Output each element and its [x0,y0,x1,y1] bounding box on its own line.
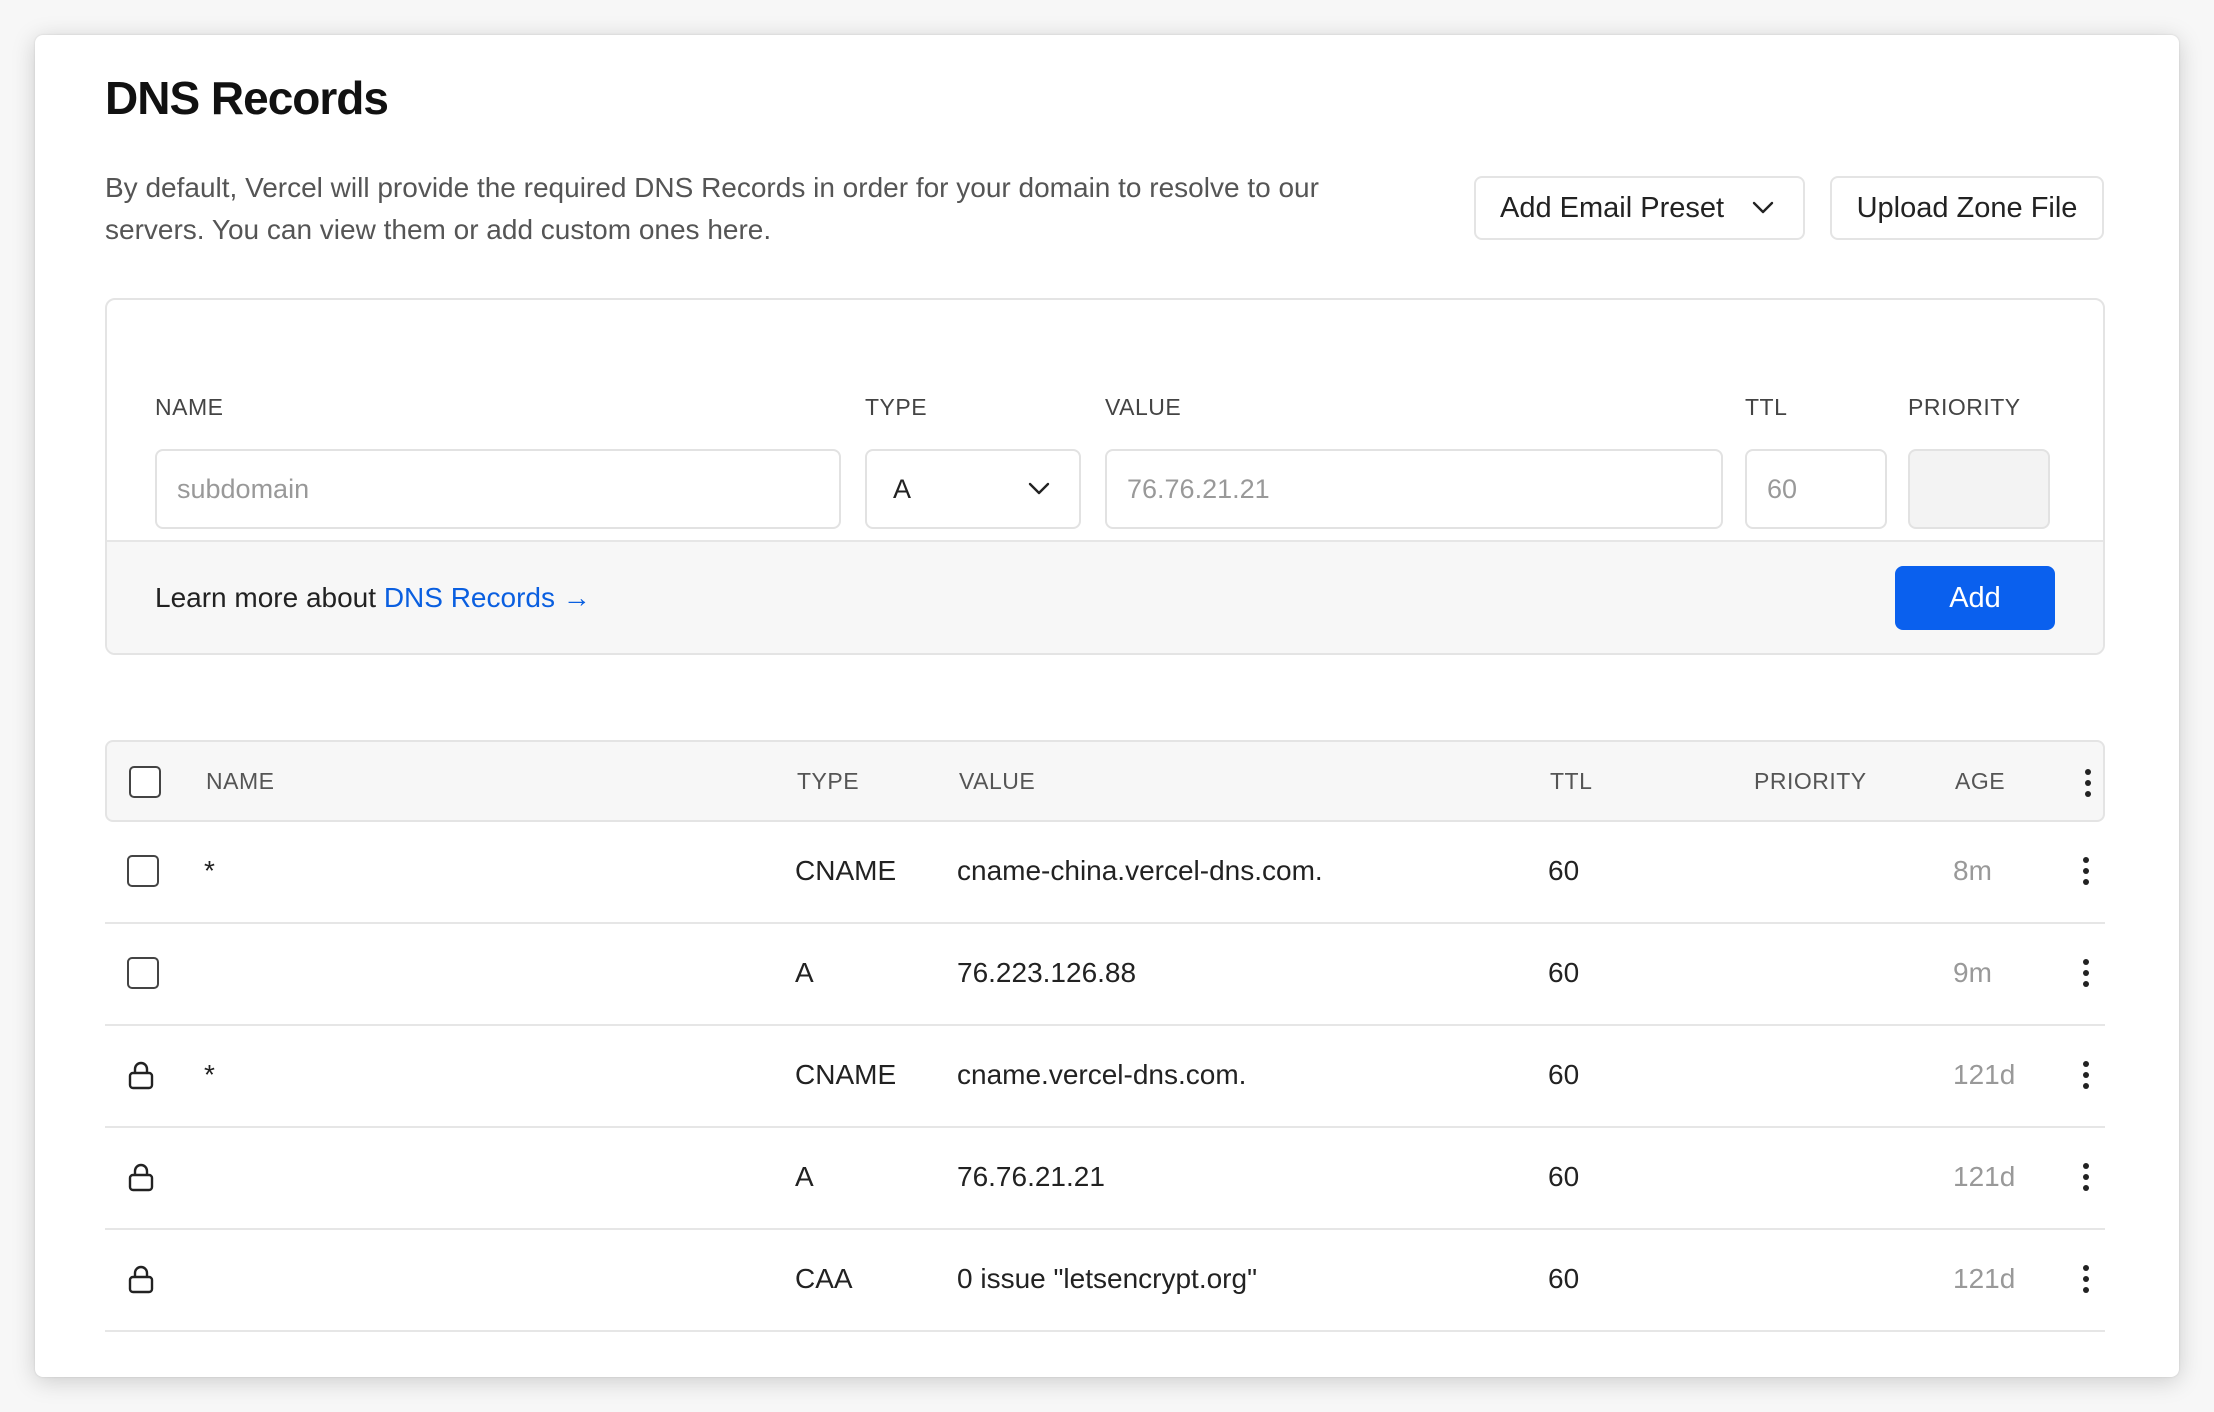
cell-type: CNAME [795,855,897,886]
header-age: AGE [1955,768,2006,794]
cell-age: 9m [1953,957,1992,988]
cell-type: CAA [795,1263,853,1294]
row-more-options-icon[interactable] [2082,1060,2090,1095]
chevron-down-icon [1028,482,1050,495]
row-more-options-icon[interactable] [2082,1264,2090,1299]
table-row: A 76.223.126.88 60 9m [105,924,2105,1026]
cell-value: cname-china.vercel-dns.com. [957,855,1323,886]
learn-more-prefix: Learn more about [155,582,384,613]
row-checkbox[interactable] [127,957,159,989]
learn-more-text: Learn more about DNS Records → [155,582,591,614]
value-label: VALUE [1105,394,1182,420]
add-record-form: NAME TYPE VALUE TTL PRIORITY subdomain A… [105,298,2105,655]
cell-value: cname.vercel-dns.com. [957,1059,1247,1090]
row-more-options-icon[interactable] [2082,856,2090,891]
more-options-icon[interactable] [2084,768,2092,798]
cell-name: * [204,1059,215,1090]
lock-icon [127,1162,155,1197]
ttl-input[interactable]: 60 [1745,449,1887,529]
cell-ttl: 60 [1548,957,1580,988]
cell-value: 0 issue "letsencrypt.org" [957,1263,1258,1294]
table-header: NAME TYPE VALUE TTL PRIORITY AGE [105,740,2105,822]
table-body: * CNAME cname-china.vercel-dns.com. 60 8m A 76… [105,822,2105,1332]
row-checkbox[interactable] [127,855,159,887]
cell-ttl: 60 [1548,855,1580,886]
name-input[interactable]: subdomain [155,449,841,529]
select-all-checkbox[interactable] [129,766,161,798]
lock-icon [127,1060,155,1095]
ttl-label: TTL [1745,394,1788,420]
cell-ttl: 60 [1548,1263,1580,1294]
header-type: TYPE [797,768,860,794]
priority-input [1908,449,2050,529]
type-select-value: A [893,473,912,504]
chevron-down-icon [1752,201,1774,214]
dns-records-table: NAME TYPE VALUE TTL PRIORITY AGE * CNAME c… [105,740,2105,1332]
form-footer: Learn more about DNS Records → Add [107,540,2103,653]
lock-icon [127,1264,155,1299]
cell-value: 76.223.126.88 [957,957,1137,988]
table-row: A 76.76.21.21 60 121d [105,1128,2105,1230]
dns-records-link[interactable]: DNS Records → [384,582,591,613]
header-priority: PRIORITY [1754,768,1867,794]
header-name: NAME [206,768,275,794]
row-more-options-icon[interactable] [2082,958,2090,993]
add-button[interactable]: Add [1895,566,2055,630]
cell-type: CNAME [795,1059,897,1090]
table-row: * CNAME cname.vercel-dns.com. 60 121d [105,1026,2105,1128]
cell-ttl: 60 [1548,1161,1580,1192]
name-label: NAME [155,394,224,420]
priority-label: PRIORITY [1908,394,2021,420]
upload-zone-file-button[interactable]: Upload Zone File [1830,176,2104,240]
cell-ttl: 60 [1548,1059,1580,1090]
table-row: CAA 0 issue "letsencrypt.org" 60 121d [105,1230,2105,1332]
table-row: * CNAME cname-china.vercel-dns.com. 60 8m [105,822,2105,924]
value-input[interactable]: 76.76.21.21 [1105,449,1723,529]
page-description: By default, Vercel will provide the requ… [105,172,1319,245]
header-ttl: TTL [1550,768,1593,794]
cell-type: A [795,957,814,988]
add-email-preset-button[interactable]: Add Email Preset [1474,176,1805,240]
row-more-options-icon[interactable] [2082,1162,2090,1197]
cell-age: 121d [1953,1161,2016,1192]
cell-age: 121d [1953,1059,2016,1090]
cell-age: 8m [1953,855,1992,886]
dns-records-card: DNS Records By default, Vercel will prov… [35,35,2179,1377]
cell-value: 76.76.21.21 [957,1161,1105,1192]
cell-age: 121d [1953,1263,2016,1294]
header-value: VALUE [959,768,1036,794]
cell-type: A [795,1161,814,1192]
type-label: TYPE [865,394,928,420]
type-select[interactable]: A [865,449,1081,529]
cell-name: * [204,855,215,886]
add-email-preset-label: Add Email Preset [1500,191,1725,224]
page-title: DNS Records [105,72,389,124]
